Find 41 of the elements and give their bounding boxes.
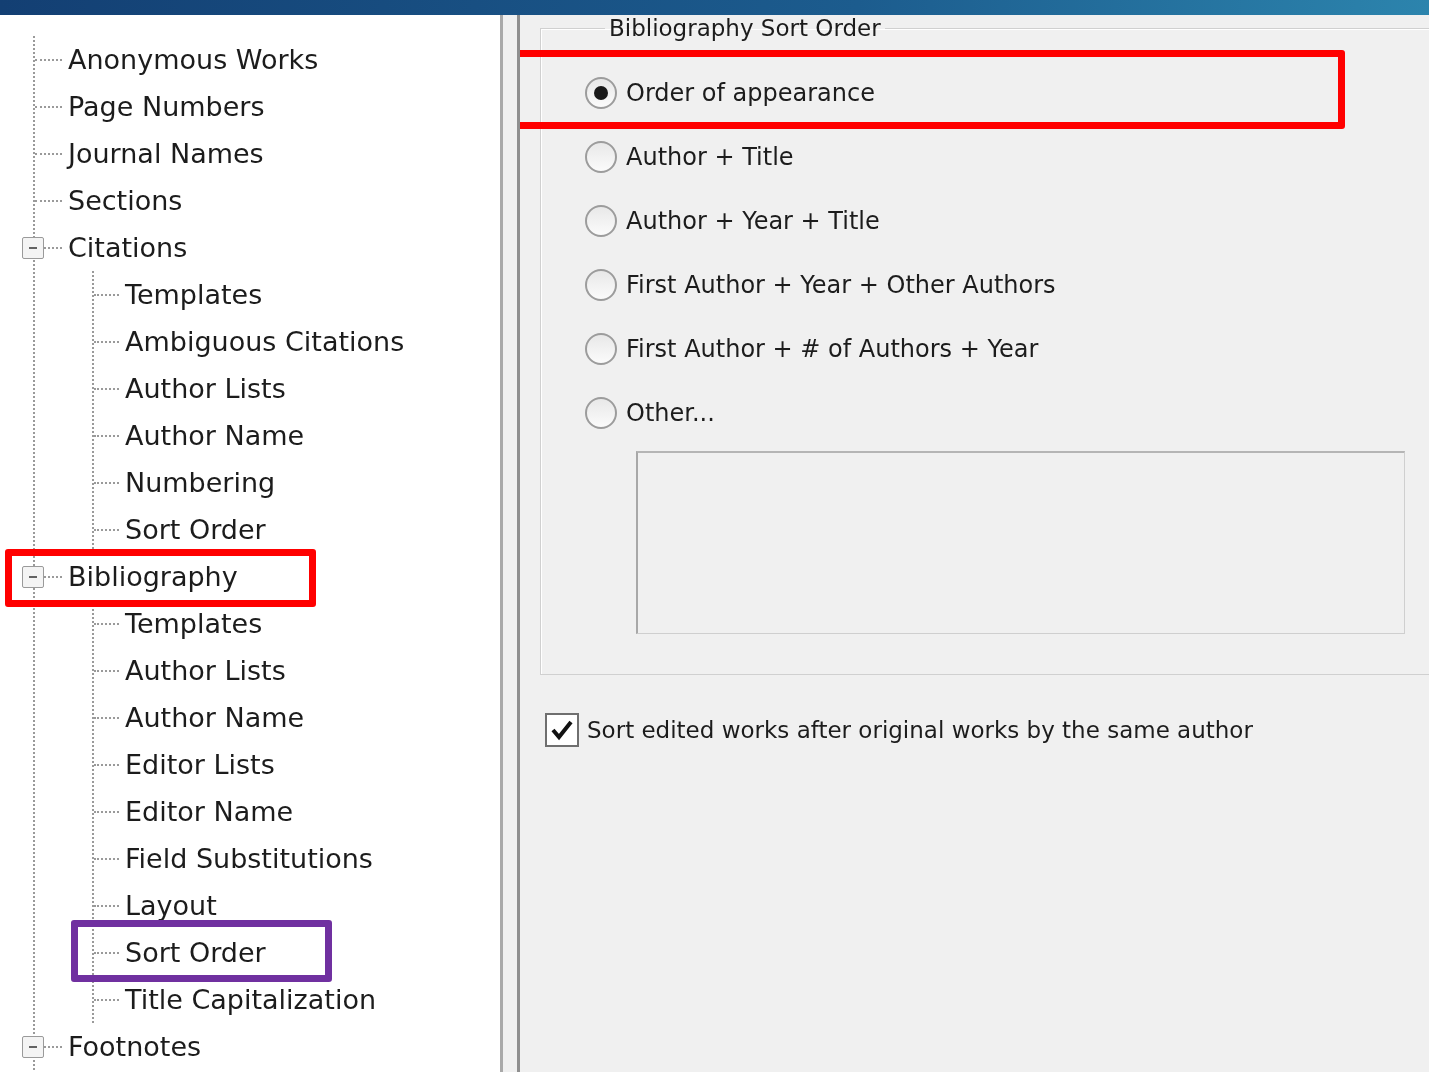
tree-item[interactable]: Ambiguous Citations: [125, 328, 405, 355]
tree-item[interactable]: Sort Order: [125, 939, 266, 966]
group-title: Bibliography Sort Order: [608, 15, 882, 41]
radio-button[interactable]: [585, 397, 617, 429]
tree-item[interactable]: Bibliography: [68, 563, 238, 590]
option-label[interactable]: First Author + # of Authors + Year: [626, 335, 1039, 363]
tree-item[interactable]: Author Name: [125, 704, 305, 731]
checkbox[interactable]: [545, 713, 579, 747]
tree-item[interactable]: Anonymous Works: [68, 46, 319, 73]
collapse-icon[interactable]: [22, 566, 44, 588]
collapse-icon[interactable]: [22, 237, 44, 259]
tree-item[interactable]: Citations: [68, 234, 188, 261]
tree-item[interactable]: Templates: [125, 610, 263, 637]
tree-item[interactable]: Author Name: [125, 422, 305, 449]
radio-button[interactable]: [585, 141, 617, 173]
option-label[interactable]: First Author + Year + Other Authors: [626, 271, 1056, 299]
tree-item[interactable]: Editor Name: [125, 798, 294, 825]
tree-item[interactable]: Layout: [125, 892, 217, 919]
option-label[interactable]: Author + Year + Title: [626, 207, 880, 235]
tree-item[interactable]: Journal Names: [68, 140, 264, 167]
option-label[interactable]: Author + Title: [626, 143, 794, 171]
radio-button[interactable]: [585, 269, 617, 301]
splitter-bar[interactable]: [500, 15, 520, 1072]
tree-item[interactable]: Templates: [125, 281, 263, 308]
option-label[interactable]: Other...: [626, 399, 715, 427]
tree-item[interactable]: Sections: [68, 187, 183, 214]
tree-item[interactable]: Author Lists: [125, 657, 286, 684]
tree-item[interactable]: Numbering: [125, 469, 276, 496]
radio-button[interactable]: [585, 333, 617, 365]
tree-item[interactable]: Author Lists: [125, 375, 286, 402]
collapse-icon[interactable]: [22, 1036, 44, 1058]
tree-item[interactable]: Editor Lists: [125, 751, 275, 778]
tree-item[interactable]: Field Substitutions: [125, 845, 373, 872]
tree-item[interactable]: Sort Order: [125, 516, 266, 543]
checkbox-label[interactable]: Sort edited works after original works by the same author: [587, 717, 1253, 743]
radio-button[interactable]: [585, 205, 617, 237]
option-label[interactable]: Order of appearance: [626, 79, 875, 107]
radio-button[interactable]: [585, 77, 617, 109]
tree-item[interactable]: Page Numbers: [68, 93, 265, 120]
tree-item[interactable]: Title Capitalization: [125, 986, 377, 1013]
tree-item[interactable]: Footnotes: [68, 1033, 202, 1060]
